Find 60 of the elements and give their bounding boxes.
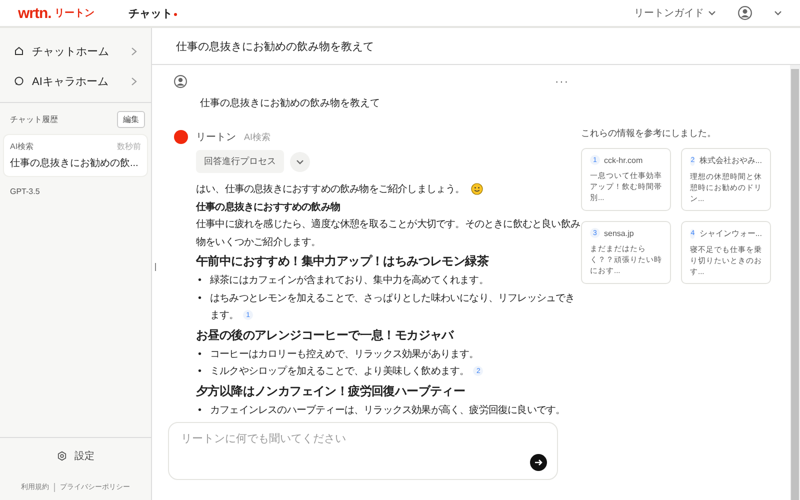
chevron-down-icon — [296, 158, 304, 166]
home-icon — [14, 46, 24, 56]
bullet-marker: • — [198, 348, 202, 362]
user-message: 仕事の息抜きにお勧めの飲み物を教えて — [200, 96, 381, 110]
source-site: シャインウォー... — [699, 228, 762, 239]
bot-avatar — [174, 130, 188, 144]
history-item[interactable]: GPT-3.5 — [4, 183, 147, 200]
history-title: 仕事の息抜きにお勧めの飲... — [10, 156, 140, 170]
arrow-right-icon — [534, 458, 543, 467]
answer-paragraph: はい、仕事の息抜きにおすすめの飲み物をご紹介しましょう。 — [196, 181, 581, 198]
nav-label: チャットホーム — [32, 44, 110, 58]
answer-heading: お昼の後のアレンジコーヒーで一息！モカジャバ — [196, 326, 455, 344]
bullet-marker: • — [198, 274, 202, 288]
history-tag: AI検索 — [10, 141, 34, 152]
chat-bubble-icon — [14, 76, 24, 86]
user-avatar-icon — [738, 6, 752, 20]
answer-subheading: 仕事の息抜きにおすすめの飲み物 — [196, 200, 342, 214]
expand-button[interactable] — [290, 152, 310, 172]
answer-heading: 夕方以降はノンカフェイン！疲労回復ハーブティー — [196, 382, 466, 400]
message-input[interactable]: リートンに何でも聞いてください — [181, 433, 547, 445]
settings-button[interactable]: 設定 — [50, 448, 100, 464]
sources-heading: これらの情報を参考にしました。 — [581, 127, 717, 140]
bullet-item: カフェインレスのハーブティーは、リラックス効果が高く、疲労回復に良いです。 — [210, 404, 566, 416]
nav-label: AIキャラホーム — [32, 74, 110, 88]
bot-name: リートン — [196, 131, 236, 144]
history-time: 数秒前 — [117, 141, 141, 152]
bullet-item: コーヒーはカロリーも控えめで、リラックス効果があります。 — [210, 348, 480, 362]
account-menu[interactable] — [738, 6, 782, 20]
chevron-right-icon — [131, 46, 137, 56]
chat-title: 仕事の息抜きにお勧めの飲み物を教えて — [152, 28, 800, 65]
bullet-marker: • — [198, 404, 202, 416]
settings-icon — [56, 451, 66, 461]
resize-handle[interactable] — [155, 263, 156, 271]
source-site: sensa.jp — [604, 228, 634, 238]
bot-mode: AI検索 — [244, 130, 271, 144]
logo-subtitle: リートン — [54, 7, 94, 20]
bullet-marker: • — [198, 292, 202, 306]
guide-dropdown[interactable]: リートンガイド — [634, 6, 716, 20]
more-button[interactable]: ··· — [555, 76, 569, 88]
user-avatar-icon — [174, 75, 187, 88]
edit-button[interactable]: 編集 — [117, 111, 145, 128]
source-site: 株式会社おやみ... — [699, 155, 762, 166]
nav-item[interactable]: AIキャラホーム — [0, 66, 151, 96]
app-title: チャット — [128, 6, 172, 20]
history-item[interactable]: AI検索 数秒前 仕事の息抜きにお勧めの飲... — [4, 135, 147, 176]
chevron-right-icon — [131, 76, 137, 86]
scrollbar[interactable] — [790, 65, 800, 500]
answer-paragraph: 仕事中に疲れを感じたら、適度な休憩を取ることが大切です。そのときに飲むと良い飲み物をいくつかご紹介します。 — [196, 218, 581, 250]
logo[interactable]: wrtn. — [18, 4, 52, 22]
caret-icon — [708, 9, 716, 17]
send-button[interactable] — [530, 454, 547, 471]
source-site: cck-hr.com — [604, 156, 643, 164]
dot-icon — [174, 13, 178, 16]
nav-item[interactable]: チャットホーム — [0, 36, 151, 66]
caret-icon — [774, 9, 782, 17]
process-button[interactable]: 回答進行プロセス — [196, 150, 284, 173]
answer-heading: 午前中におすすめ！集中力アップ！はちみつレモン緑茶 — [196, 253, 490, 270]
bullet-item: 緑茶にはカフェインが含まれており、集中力を高めてくれます。 — [210, 274, 490, 288]
bullet-marker: • — [198, 365, 202, 379]
history-heading: チャット履歴 — [10, 114, 58, 125]
